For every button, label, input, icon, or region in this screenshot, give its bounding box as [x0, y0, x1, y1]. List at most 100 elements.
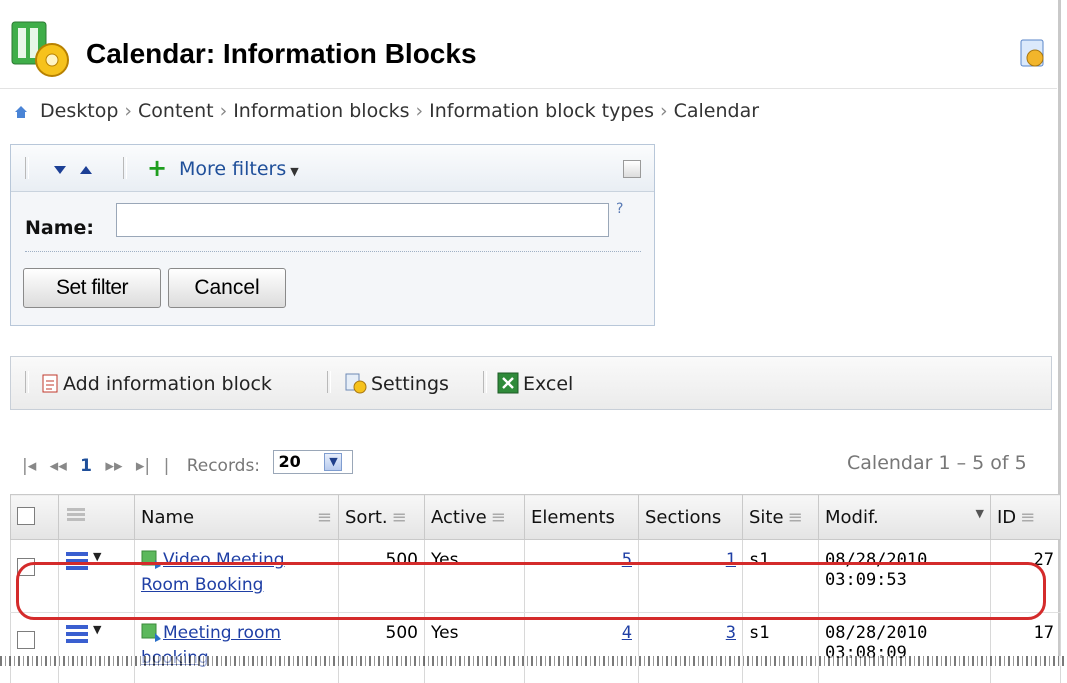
- select-all-header[interactable]: [11, 495, 59, 540]
- row-highlight-annotation: [16, 562, 1046, 620]
- cancel-button[interactable]: Cancel: [168, 268, 286, 308]
- column-sort[interactable]: Sort.≡: [339, 495, 425, 540]
- breadcrumb-separator: ›: [660, 100, 668, 122]
- column-active[interactable]: Active≡: [425, 495, 525, 540]
- expand-down-icon[interactable]: [53, 161, 67, 180]
- previous-page-icon[interactable]: ◂◂: [50, 456, 67, 476]
- column-name[interactable]: Name ≡: [135, 495, 339, 540]
- select-all-checkbox[interactable]: [17, 507, 35, 525]
- more-filters-label: More filters: [179, 158, 286, 180]
- excel-export-button[interactable]: Excel: [497, 372, 573, 399]
- column-menu-icon: [65, 507, 87, 528]
- settings-icon: [345, 372, 367, 399]
- add-information-block-button[interactable]: Add information block: [41, 372, 272, 399]
- chevron-down-icon: ▼: [324, 453, 342, 471]
- row-sections-link[interactable]: 3: [726, 623, 736, 643]
- actions-header: [59, 495, 135, 540]
- name-filter-input[interactable]: [116, 203, 609, 237]
- torn-edge-decoration: [0, 656, 1067, 666]
- toolbar-grip: [25, 371, 29, 393]
- column-elements[interactable]: Elements: [525, 495, 639, 540]
- name-help-link[interactable]: ?: [616, 201, 623, 217]
- column-id-label: ID: [997, 507, 1016, 528]
- calendar-settings-icon: [10, 20, 74, 80]
- add-document-icon: [41, 372, 59, 399]
- toolbar-separator: [123, 157, 127, 179]
- add-filter-icon[interactable]: +: [147, 157, 167, 179]
- pager-separator: |: [164, 456, 170, 476]
- set-filter-button[interactable]: Set filter: [23, 268, 161, 308]
- sort-desc-icon: ▼: [976, 507, 984, 520]
- row-checkbox[interactable]: [17, 631, 35, 649]
- row-elements-link[interactable]: 4: [622, 623, 632, 643]
- column-sections-label: Sections: [645, 507, 721, 528]
- toolbar-grip: [25, 157, 29, 179]
- settings-button[interactable]: Settings: [345, 372, 449, 399]
- settings-label: Settings: [371, 373, 449, 395]
- column-elements-label: Elements: [531, 507, 615, 528]
- breadcrumb-separator: ›: [220, 100, 228, 122]
- excel-icon: [497, 372, 519, 399]
- column-name-label: Name: [141, 507, 194, 528]
- name-label: Name:: [25, 217, 94, 239]
- home-icon[interactable]: [14, 102, 28, 124]
- column-menu-icon: ≡: [1020, 507, 1035, 528]
- row-active-cell: Yes: [425, 613, 525, 683]
- breadcrumb: Desktop›Content›Information blocks›Infor…: [14, 100, 759, 124]
- row-actions-menu-icon[interactable]: [65, 623, 91, 650]
- breadcrumb-information-blocks[interactable]: Information blocks: [233, 100, 409, 122]
- column-site[interactable]: Site≡: [743, 495, 819, 540]
- table-row[interactable]: ▼ Meeting room booking 500 Yes 4 3 s1 08…: [11, 613, 1061, 683]
- breadcrumb-separator: ›: [416, 100, 424, 122]
- row-name-cell: Meeting room booking: [135, 613, 339, 683]
- excel-label: Excel: [523, 373, 573, 395]
- column-menu-icon: ≡: [491, 507, 506, 528]
- pager-summary: Calendar 1 – 5 of 5: [847, 452, 1027, 474]
- more-filters-button[interactable]: More filters ▼: [179, 158, 299, 180]
- filter-toolbar: + More filters ▼: [11, 145, 654, 192]
- column-modified-label: Modif.: [825, 507, 879, 528]
- records-label: Records:: [187, 456, 260, 476]
- row-actions-cell: ▼: [59, 613, 135, 683]
- toolbar-separator: [483, 371, 487, 393]
- help-icon[interactable]: [1018, 38, 1048, 70]
- filter-panel-toggle-checkbox[interactable]: [623, 160, 641, 178]
- column-sort-label: Sort.: [345, 507, 388, 528]
- column-id[interactable]: ID≡: [991, 495, 1061, 540]
- last-page-icon[interactable]: ▸|: [136, 456, 150, 476]
- breadcrumb-separator: ›: [124, 100, 132, 122]
- column-menu-icon: ≡: [788, 507, 803, 528]
- row-sort-cell: 500: [339, 613, 425, 683]
- page-title: Calendar: Information Blocks: [86, 38, 477, 70]
- records-per-page-select[interactable]: 20 ▼: [273, 450, 353, 474]
- breadcrumb-content[interactable]: Content: [138, 100, 214, 122]
- pager: |◂ ◂◂ 1 ▸▸ ▸| | Records: 20 ▼: [22, 450, 361, 476]
- row-modified-cell: 08/28/2010 03:08:09: [819, 613, 991, 683]
- column-sections[interactable]: Sections: [639, 495, 743, 540]
- next-page-icon[interactable]: ▸▸: [105, 456, 122, 476]
- list-toolbar: Add information block Settings Excel: [10, 356, 1052, 410]
- current-page[interactable]: 1: [80, 456, 92, 476]
- collapse-up-icon[interactable]: [79, 161, 93, 180]
- table-header-row: Name≡ Sort.≡ Active≡ Elements Sections S…: [11, 495, 1061, 540]
- first-page-icon[interactable]: |◂: [22, 456, 36, 476]
- column-modified[interactable]: Modif. ▼: [819, 495, 991, 540]
- row-checkbox-cell: [11, 613, 59, 683]
- chevron-down-icon: ▼: [290, 165, 298, 178]
- breadcrumb-calendar[interactable]: Calendar: [674, 100, 759, 122]
- row-site-cell: s1: [743, 613, 819, 683]
- filter-panel: + More filters ▼ Name: ? Set filter Cance…: [10, 144, 655, 326]
- column-active-label: Active: [431, 507, 487, 528]
- add-information-block-label: Add information block: [63, 373, 272, 395]
- column-menu-icon: ≡: [392, 507, 407, 528]
- breadcrumb-information-block-types[interactable]: Information block types: [429, 100, 654, 122]
- breadcrumb-desktop[interactable]: Desktop: [40, 100, 118, 122]
- records-value: 20: [278, 452, 300, 471]
- column-menu-icon: ≡: [317, 507, 332, 528]
- information-block-icon: [141, 623, 163, 648]
- toolbar-separator: [327, 371, 331, 393]
- header-divider: [0, 88, 1057, 89]
- chevron-down-icon: ▼: [93, 623, 101, 636]
- filter-divider: [25, 251, 641, 252]
- column-site-label: Site: [749, 507, 784, 528]
